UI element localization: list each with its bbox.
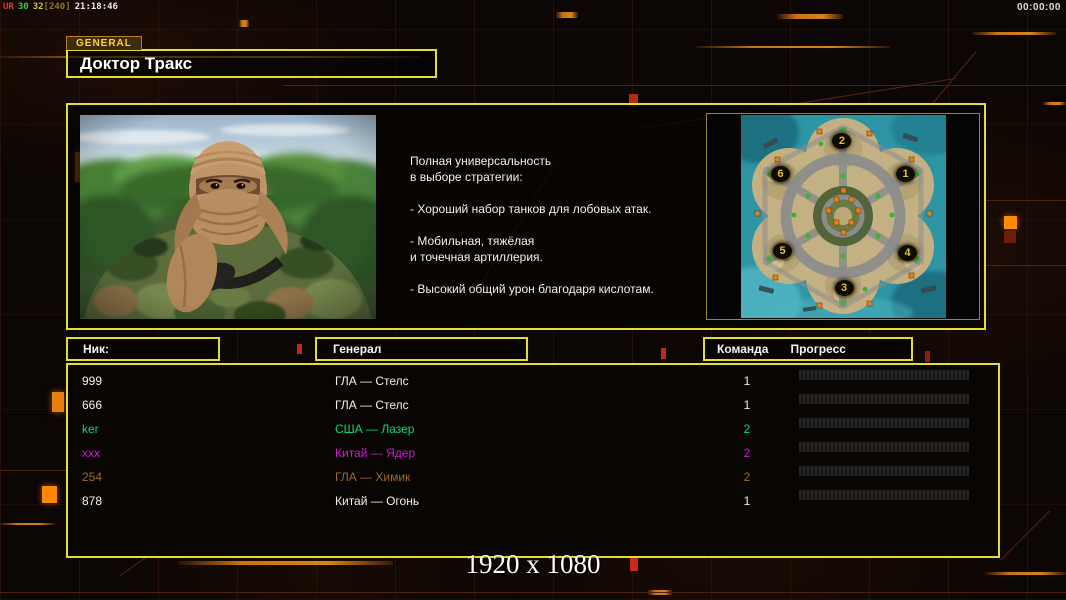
game-loading-screen: UR 30 32[240] 21:18:46 00:00:00 GENERAL Док… xyxy=(0,0,1066,600)
header-progress-label: Прогресс xyxy=(790,342,846,356)
player-row: xxx Китай — Ядер 2 xyxy=(68,441,998,465)
description-line: - Мобильная, тяжёлая xyxy=(410,234,535,248)
resolution-label: 1920 x 1080 xyxy=(465,549,601,579)
spawn-point-marker: 1 xyxy=(895,164,916,183)
player-team: 2 xyxy=(743,446,751,460)
general-portrait xyxy=(80,115,376,319)
circuit-line xyxy=(0,470,66,471)
spawn-point-marker: 5 xyxy=(772,242,793,260)
player-progress-bar xyxy=(799,465,969,477)
general-tab[interactable]: GENERAL xyxy=(66,36,142,50)
circuit-node xyxy=(297,344,302,354)
circuit-line xyxy=(0,523,55,525)
player-team: 1 xyxy=(743,494,751,508)
circuit-node xyxy=(52,392,64,412)
column-header-team-progress: Команда Прогресс xyxy=(703,337,913,361)
player-general: Китай — Ядер xyxy=(335,446,416,460)
column-header-general: Генерал xyxy=(315,337,528,361)
map-spawn-layer: 1 2 3 4 5 6 xyxy=(741,115,946,318)
player-progress-bar xyxy=(799,417,969,429)
description-line xyxy=(410,265,710,281)
column-header-nick: Ник: xyxy=(66,337,220,361)
player-progress-bar xyxy=(799,489,969,501)
player-progress-bar xyxy=(799,369,969,381)
circuit-line xyxy=(1043,102,1066,105)
spawn-point-marker: 4 xyxy=(897,244,919,263)
description-line xyxy=(410,217,710,233)
debug-segment: 30 xyxy=(17,2,29,12)
player-progress-bar xyxy=(799,441,969,453)
debug-segment: UR xyxy=(3,2,14,12)
player-general: США — Лазер xyxy=(335,422,415,436)
header-general-label: Генерал xyxy=(333,342,382,356)
description-line xyxy=(410,185,710,201)
player-row: 254 ГЛА — Химик 2 xyxy=(68,465,998,489)
player-team: 1 xyxy=(743,398,751,412)
circuit-line xyxy=(239,20,249,27)
match-timer: 00:00:00 xyxy=(1016,2,1061,13)
player-row: ker США — Лазер 2 xyxy=(68,417,998,441)
description-line: Полная универсальность xyxy=(410,154,552,168)
description-line: - Хороший набор танков для лобовых атак. xyxy=(410,202,652,216)
general-description: Полная универсальность в выборе стратегии… xyxy=(410,153,710,297)
player-general: Китай — Огонь xyxy=(335,494,420,508)
player-progress-bar xyxy=(799,393,969,405)
debug-segment: 32 xyxy=(32,2,44,12)
general-name-box: Доктор Тракс xyxy=(66,49,437,78)
player-team: 2 xyxy=(743,422,751,436)
player-nick: 999 xyxy=(82,374,103,388)
player-team: 1 xyxy=(743,374,751,388)
player-general: ГЛА — Химик xyxy=(335,470,411,484)
player-nick: 878 xyxy=(82,494,103,508)
circuit-node xyxy=(1004,216,1017,229)
player-list-panel: 999 ГЛА — Стелс 1 666 ГЛА — Стелс 1 ker … xyxy=(66,363,1000,558)
circuit-node xyxy=(1004,231,1016,243)
debug-segment: [240] xyxy=(43,2,71,12)
player-row: 666 ГЛА — Стелс 1 xyxy=(68,393,998,417)
circuit-line xyxy=(777,14,843,19)
circuit-line xyxy=(695,46,890,48)
general-name: Доктор Тракс xyxy=(80,53,193,73)
spawn-point-marker: 6 xyxy=(769,164,791,183)
description-line: и точечная артиллерия. xyxy=(410,250,543,264)
header-team-label: Команда xyxy=(717,342,769,356)
player-general: ГЛА — Стелс xyxy=(335,374,409,388)
spawn-point-marker: 2 xyxy=(831,132,853,151)
player-row: 999 ГЛА — Стелс 1 xyxy=(68,369,998,393)
header-nick-label: Ник: xyxy=(83,342,110,356)
player-nick: 666 xyxy=(82,398,103,412)
description-line: в выборе стратегии: xyxy=(410,170,523,184)
circuit-node xyxy=(925,351,930,362)
player-nick: xxx xyxy=(82,446,100,460)
general-info-panel: Полная универсальность в выборе стратегии… xyxy=(66,103,986,330)
player-nick: ker xyxy=(82,422,99,436)
circuit-node xyxy=(42,486,57,503)
debug-segment: 21:18:46 xyxy=(74,2,118,12)
player-team: 2 xyxy=(743,470,751,484)
map-preview-image: 1 2 3 4 5 6 xyxy=(741,115,946,318)
circuit-line xyxy=(556,12,578,18)
circuit-line xyxy=(0,592,1066,593)
debug-overlay: UR 30 32[240] 21:18:46 xyxy=(3,2,122,12)
player-general: ГЛА — Стелс xyxy=(335,398,409,412)
player-row: 878 Китай — Огонь 1 xyxy=(68,489,998,513)
player-nick: 254 xyxy=(82,470,103,484)
circuit-line xyxy=(972,32,1056,35)
description-line: - Высокий общий урон благодаря кислотам. xyxy=(410,282,654,296)
spawn-point-marker: 3 xyxy=(833,278,855,297)
circuit-node xyxy=(661,348,666,359)
map-preview-panel: 1 2 3 4 5 6 xyxy=(706,113,980,320)
